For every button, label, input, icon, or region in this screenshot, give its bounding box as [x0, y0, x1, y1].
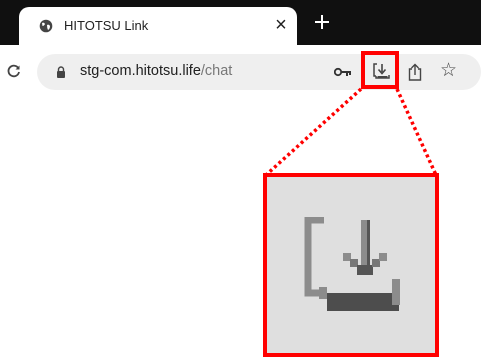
lock-icon[interactable] [56, 66, 66, 78]
toolbar: stg-com.hitotsu.life/chat ☆ [0, 45, 481, 100]
tab-hitotsu-link[interactable]: HITOTSU Link × [19, 7, 297, 45]
star-icon[interactable]: ☆ [440, 59, 457, 83]
url-host: stg-com.hitotsu.life [80, 63, 201, 79]
close-icon[interactable]: × [273, 15, 289, 35]
key-icon[interactable] [334, 67, 352, 77]
highlight-box-install-button [361, 51, 399, 89]
url-text[interactable]: stg-com.hitotsu.life/chat [80, 63, 232, 79]
globe-icon [39, 19, 53, 33]
tab-strip: HITOTSU Link × [0, 0, 481, 45]
plus-icon[interactable] [313, 13, 331, 31]
install-app-icon [304, 217, 400, 311]
zoomed-install-app-icon-panel [263, 173, 439, 357]
address-bar[interactable]: stg-com.hitotsu.life/chat ☆ [37, 54, 481, 90]
url-path: /chat [200, 63, 233, 79]
tab-title: HITOTSU Link [64, 18, 149, 33]
reload-icon[interactable] [7, 64, 21, 78]
share-icon[interactable] [408, 63, 422, 81]
